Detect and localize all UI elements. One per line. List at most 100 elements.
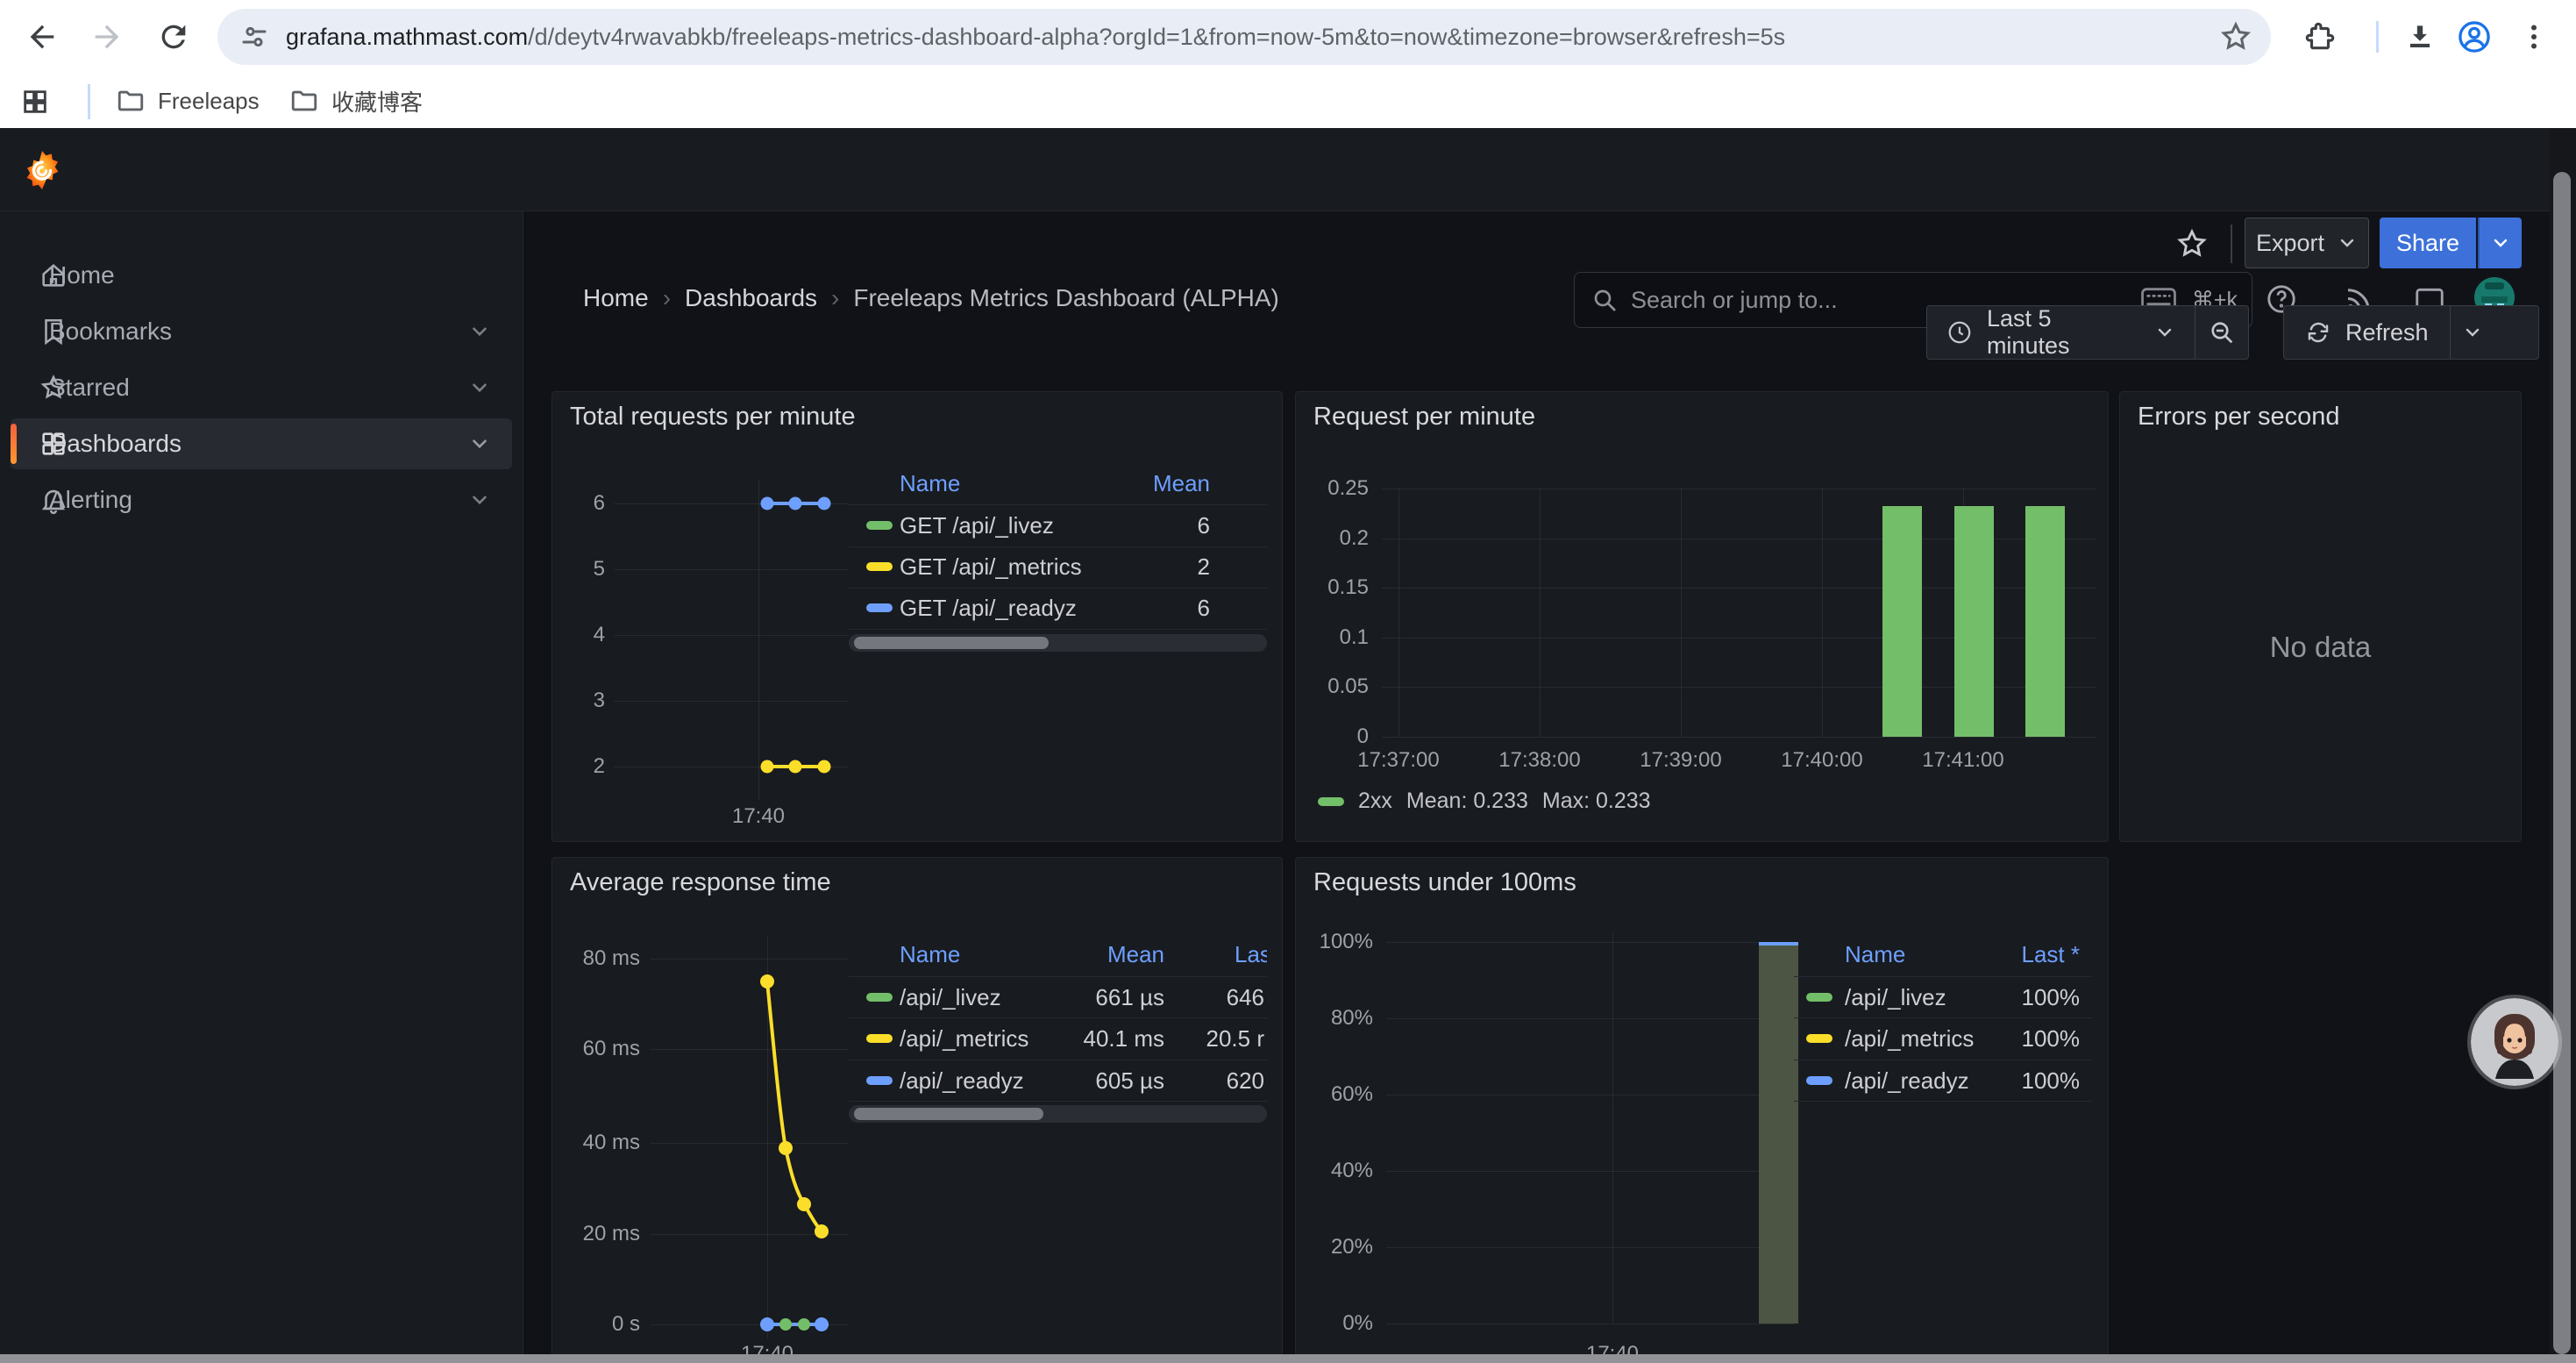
panel-errors-per-second: Errors per second No data — [2119, 391, 2522, 842]
legend-separator — [849, 1017, 1267, 1018]
point — [789, 760, 802, 774]
apps-grid-icon[interactable] — [11, 77, 60, 126]
legend-value: 661 µs — [1026, 983, 1164, 1011]
legend-header-last[interactable]: Las — [1235, 940, 1267, 968]
gridline — [1386, 1171, 1794, 1172]
legend-scrollbar-thumb[interactable] — [854, 637, 1049, 649]
favorite-star-icon[interactable] — [2174, 226, 2210, 261]
legend-separator — [849, 629, 1267, 630]
legend-value: 620 — [1166, 1067, 1264, 1095]
bell-icon — [39, 485, 68, 515]
chevron-down-icon[interactable] — [468, 376, 491, 399]
y-tick: 60% — [1305, 1081, 1373, 1108]
legend-separator — [1794, 976, 2092, 977]
point — [818, 497, 831, 510]
panel-title[interactable]: Total requests per minute — [570, 403, 856, 432]
forward-icon[interactable] — [82, 12, 132, 61]
legend-value: 100% — [1910, 1067, 2080, 1095]
chevron-down-icon[interactable] — [468, 489, 491, 511]
panel-title[interactable]: Request per minute — [1313, 403, 1535, 432]
chevron-down-icon[interactable] — [468, 320, 491, 343]
refresh-controls: Refresh — [2283, 305, 2539, 360]
no-data-message: No data — [2120, 631, 2521, 664]
gridline — [1382, 737, 2096, 738]
point — [761, 760, 774, 774]
breadcrumb-current: Freeleaps Metrics Dashboard (ALPHA) — [853, 284, 1279, 312]
refresh-button[interactable]: Refresh — [2284, 306, 2450, 359]
grafana-logo[interactable] — [21, 149, 63, 191]
gridline — [1540, 489, 1541, 737]
sidebar-item-alerting[interactable]: Alerting — [11, 475, 512, 525]
breadcrumb-home[interactable]: Home — [583, 284, 649, 312]
share-menu-button[interactable] — [2478, 218, 2522, 268]
time-range-picker[interactable]: Last 5 minutes — [1927, 306, 2195, 359]
gridline — [614, 569, 849, 570]
bookmark-star-icon[interactable] — [2218, 19, 2253, 54]
refresh-interval-button[interactable] — [2451, 306, 2494, 359]
panel-under-100ms: Requests under 100ms 100% 80% 60% 40% 20… — [1295, 857, 2109, 1363]
star-icon — [39, 373, 68, 403]
bookmark-icon — [39, 317, 68, 346]
breadcrumb-dashboards[interactable]: Dashboards — [685, 284, 817, 312]
legend-value: 100% — [1910, 1024, 2080, 1053]
legend-value: 646 — [1166, 983, 1264, 1011]
legend-row[interactable]: GET /api/_livez — [900, 511, 1054, 539]
legend-header-name[interactable]: Name — [900, 940, 960, 968]
sidebar-item-starred[interactable]: Starred — [11, 362, 512, 413]
legend-header-mean[interactable]: Mean — [1043, 469, 1210, 497]
toolbar-divider — [2231, 225, 2232, 263]
browser-menu-icon[interactable] — [2509, 12, 2558, 61]
refresh-icon — [2305, 319, 2331, 346]
legend-row[interactable]: /api/_metrics — [900, 1024, 1028, 1053]
legend-separator — [849, 504, 1267, 505]
y-tick: 100% — [1305, 929, 1373, 955]
url-bar[interactable]: grafana.mathmast.com/d/deytv4rwavabkb/fr… — [217, 9, 2271, 65]
zoom-out-icon — [2208, 318, 2236, 346]
legend-row[interactable]: /api/_livez — [900, 983, 1001, 1011]
horizontal-scrollbar[interactable] — [0, 1354, 2576, 1363]
tune-icon[interactable] — [238, 21, 270, 53]
breadcrumb-separator: › — [649, 284, 685, 312]
legend-series-label[interactable]: 2xx — [1358, 789, 1392, 814]
panel-title[interactable]: Requests under 100ms — [1313, 868, 1576, 897]
legend-value: 6 — [1043, 594, 1210, 622]
sidebar-item-home[interactable]: Home — [11, 250, 512, 301]
extensions-icon[interactable] — [2295, 12, 2345, 61]
gridline — [614, 701, 849, 702]
floating-assistant-avatar[interactable] — [2471, 998, 2558, 1086]
back-icon[interactable] — [18, 12, 67, 61]
legend-separator — [849, 1101, 1267, 1102]
download-icon[interactable] — [2395, 12, 2444, 61]
legend-max: Max: 0.233 — [1542, 789, 1651, 814]
legend-separator — [849, 976, 1267, 977]
legend-header-name[interactable]: Name — [1845, 940, 1905, 968]
url-text[interactable]: grafana.mathmast.com/d/deytv4rwavabkb/fr… — [286, 24, 2171, 51]
legend-separator — [1794, 1017, 2092, 1018]
chevron-down-icon[interactable] — [468, 432, 491, 455]
profile-icon[interactable] — [2450, 12, 2499, 61]
bookmark-folder-blogs[interactable]: 收藏博客 — [289, 82, 423, 119]
bookmark-label: Freeleaps — [158, 88, 260, 115]
panel-title[interactable]: Errors per second — [2138, 403, 2340, 432]
reload-icon[interactable] — [149, 12, 198, 61]
share-button[interactable]: Share — [2380, 218, 2476, 268]
search-placeholder: Search or jump to... — [1631, 287, 1838, 314]
y-tick: 0.2 — [1305, 525, 1369, 552]
legend-header-mean[interactable]: Mean — [1026, 940, 1164, 968]
zoom-out-button[interactable] — [2195, 306, 2248, 359]
legend-scrollbar-thumb[interactable] — [854, 1108, 1043, 1120]
x-tick: 17:37:00 — [1357, 748, 1439, 773]
sidebar-item-bookmarks[interactable]: Bookmarks — [11, 306, 512, 357]
vertical-scrollbar-thumb[interactable] — [2553, 172, 2571, 1354]
sidebar: Home Bookmarks Starred Dashboards — [0, 211, 523, 1363]
x-tick: 17:40 — [732, 804, 785, 829]
bookmark-folder-freeleaps[interactable]: Freeleaps — [116, 82, 260, 119]
legend-separator — [849, 546, 1267, 547]
y-tick: 20% — [1305, 1234, 1373, 1260]
sidebar-item-dashboards[interactable]: Dashboards — [11, 418, 512, 469]
legend-header-name[interactable]: Name — [900, 469, 960, 497]
legend-row[interactable]: /api/_readyz — [900, 1067, 1024, 1095]
legend-header-last[interactable]: Last * — [1910, 940, 2080, 968]
export-button[interactable]: Export — [2245, 218, 2369, 268]
legend-swatch — [866, 521, 893, 530]
